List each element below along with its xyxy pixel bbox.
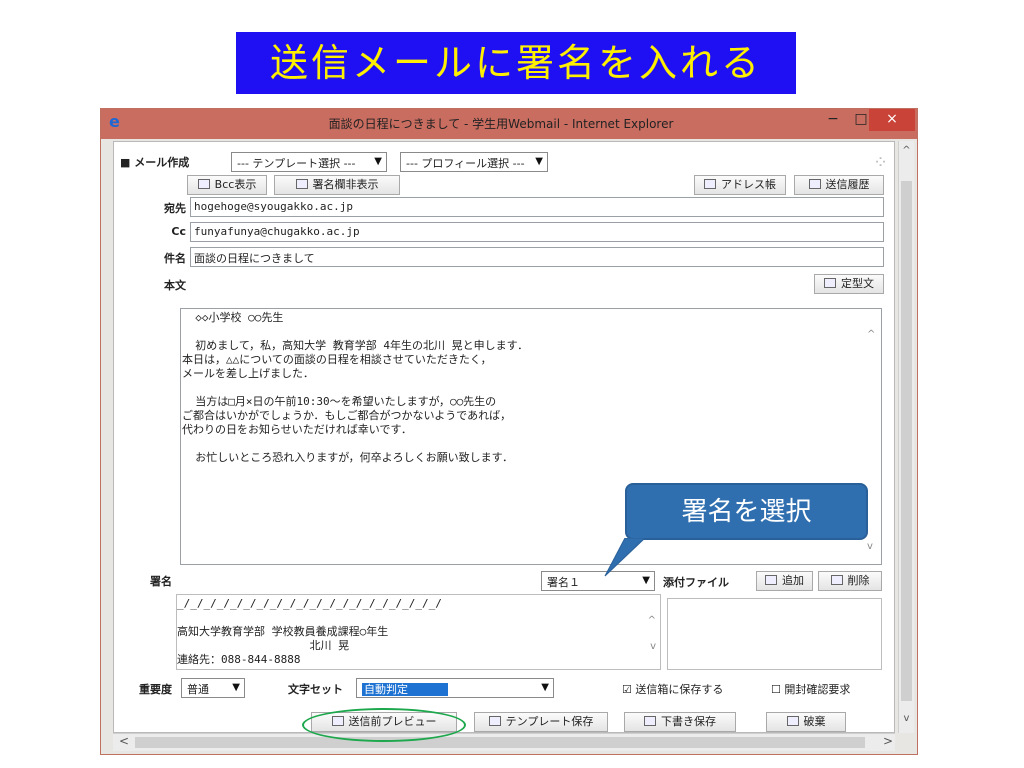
template-save-icon [488,716,501,726]
boilerplate-icon [824,278,836,288]
window-horizontal-scrollbar[interactable]: < > [113,733,895,751]
to-field[interactable]: hogehoge@syougakko.ac.jp [190,197,884,217]
save-draft-button[interactable]: 下書き保存 [624,712,736,732]
body-scrollbar[interactable]: ^ v [867,319,879,552]
history-icon [808,179,821,189]
minimize-button[interactable]: − [819,109,847,131]
compose-section-label: ■ メール作成 [120,156,190,169]
discard-icon [786,716,799,726]
save-sent-checkbox[interactable]: ☑ 送信箱に保存する [622,681,723,697]
signature-label: 署名 [150,575,172,588]
callout: 署名を選択 [625,483,868,540]
bcc-button[interactable]: Bcc表示 [187,175,267,195]
profile-select[interactable]: --- プロフィール選択 --- ▼ [400,152,548,172]
slide-title: 送信メールに署名を入れる [236,32,796,94]
sent-history-button[interactable]: 送信履歴 [794,175,884,195]
bcc-icon [197,179,210,189]
to-label: 宛先 [164,202,186,215]
discard-button[interactable]: 破棄 [766,712,846,732]
spinner-icon: ⁘ [873,152,889,173]
template-select[interactable]: --- テンプレート選択 --- ▼ [231,152,387,172]
attach-add-button[interactable]: 追加 [756,571,813,591]
subject-label: 件名 [164,252,186,265]
body-label: 本文 [164,279,186,292]
close-button[interactable]: × [869,109,915,131]
charset-select[interactable]: 自動判定 ▼ [356,678,554,698]
signature-icon [295,179,308,189]
preview-highlight [302,708,466,742]
draft-icon [644,716,656,726]
subject-field[interactable]: 面談の日程につきまして [190,247,884,267]
cc-field[interactable]: funyafunya@chugakko.ac.jp [190,222,884,242]
importance-label: 重要度 [139,683,172,696]
window-vertical-scrollbar[interactable]: ^ v [898,141,914,733]
attachment-list[interactable] [667,598,882,670]
window-titlebar: e 面談の日程につきまして - 学生用Webmail - Internet Ex… [101,109,917,139]
signature-text: _/_/_/_/_/_/_/_/_/_/_/_/_/_/_/_/_/_/_/_/… [177,597,442,666]
signature-toggle-button[interactable]: 署名欄非表示 [274,175,400,195]
importance-select[interactable]: 普通 ▼ [181,678,245,698]
cc-label: Cc [171,225,186,238]
window-title: 面談の日程につきまして - 学生用Webmail - Internet Expl… [328,117,674,131]
address-book-icon [704,179,716,189]
delete-attach-icon [830,575,843,585]
body-text: ◇◇小学校 ○○先生 初めまして，私，高知大学 教育学部 4年生の北川 晃と申し… [182,311,529,464]
attach-delete-button[interactable]: 削除 [818,571,882,591]
signature-textarea[interactable]: _/_/_/_/_/_/_/_/_/_/_/_/_/_/_/_/_/_/_/_/… [176,594,661,670]
save-template-button[interactable]: テンプレート保存 [474,712,608,732]
add-attach-icon [765,575,777,585]
ie-logo-icon: e [109,112,120,131]
address-book-button[interactable]: アドレス帳 [694,175,786,195]
charset-label: 文字セット [288,683,343,696]
read-receipt-checkbox[interactable]: ☐ 開封確認要求 [771,681,850,697]
callout-tail [604,538,646,577]
boilerplate-button[interactable]: 定型文 [814,274,884,294]
